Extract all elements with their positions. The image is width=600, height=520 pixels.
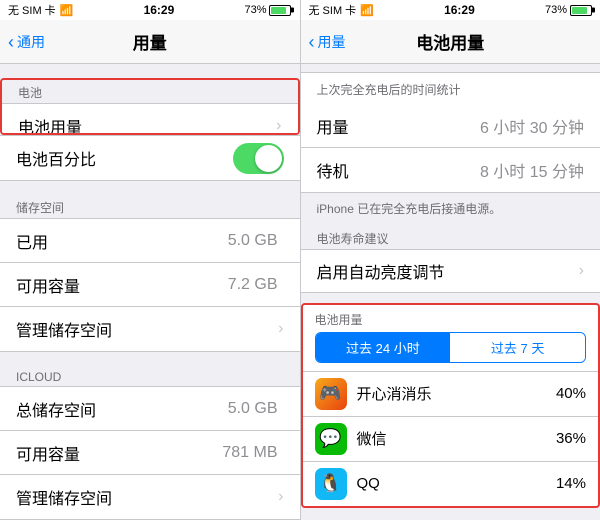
advice-header: 电池寿命建议	[301, 226, 600, 249]
usage-cell: 用量 6 小时 30 分钟	[301, 104, 600, 148]
icloud-available-label: 可用容量	[16, 441, 222, 465]
wifi-icon: 📶	[60, 4, 74, 17]
left-gap-3	[0, 352, 300, 366]
icloud-available-cell: 可用容量 781 MB	[0, 431, 300, 475]
battery-cell-group: 电池用量 ›	[2, 103, 298, 135]
app-name-2: QQ	[357, 475, 556, 492]
battery-pct-toggle[interactable]	[233, 143, 284, 174]
left-status-right: 73%	[244, 4, 291, 16]
notice-text: iPhone 已在完全充电后接通电源。	[301, 193, 600, 226]
battery-usage-section: 电池用量 过去 24 小时 过去 7 天 🎮 开心消消乐 40% 💬 微信 36…	[301, 303, 600, 508]
icloud-manage-cell[interactable]: 管理储存空间 ›	[0, 475, 300, 519]
app-icon-1: 💬	[315, 423, 347, 455]
app-name-1: 微信	[357, 428, 556, 449]
battery-pct-cell: 电池百分比	[0, 136, 300, 180]
app-row-0: 🎮 开心消消乐 40%	[303, 371, 599, 416]
battery-pct-label: 73%	[244, 4, 266, 16]
usage-label: 用量	[317, 114, 480, 138]
used-label: 已用	[16, 229, 228, 253]
icloud-cell-group: 总储存空间 5.0 GB 可用容量 781 MB 管理储存空间 ›	[0, 386, 300, 520]
bu-tabs: 过去 24 小时 过去 7 天	[315, 332, 587, 363]
right-wifi-icon: 📶	[360, 4, 374, 17]
standby-cell: 待机 8 小时 15 分钟	[301, 148, 600, 192]
used-value: 5.0 GB	[228, 232, 278, 250]
right-nav-back-button[interactable]: ‹ 用量	[309, 32, 346, 52]
right-status-left: 无 SIM 卡 📶	[309, 2, 374, 18]
available-cell: 可用容量 7.2 GB	[0, 263, 300, 307]
app-pct-0: 40%	[556, 385, 586, 402]
icloud-manage-label: 管理储存空间	[16, 485, 278, 509]
bu-header-label: 电池用量	[303, 305, 599, 332]
right-nav-title: 电池用量	[416, 29, 484, 54]
storage-header: 储存空间	[0, 195, 300, 218]
battery-pct-label-text: 电池百分比	[16, 146, 233, 170]
available-label: 可用容量	[16, 273, 228, 297]
right-battery-pct: 73%	[545, 4, 567, 16]
battery-group-header: 电池	[2, 80, 298, 103]
left-status-left: 无 SIM 卡 📶	[8, 2, 73, 18]
used-cell: 已用 5.0 GB	[0, 219, 300, 263]
icloud-header: ICLOUD	[0, 366, 300, 386]
app-pct-1: 36%	[556, 430, 586, 447]
battery-usage-cell[interactable]: 电池用量 ›	[2, 104, 298, 135]
standby-label: 待机	[317, 158, 480, 182]
manage-storage-arrow-icon: ›	[278, 320, 283, 338]
storage-cell-group: 已用 5.0 GB 可用容量 7.2 GB 管理储存空间 ›	[0, 218, 300, 352]
icloud-available-value: 781 MB	[222, 444, 277, 462]
stats-header: 上次完全充电后的时间统计	[301, 73, 600, 104]
right-time: 16:29	[444, 3, 475, 17]
right-chevron-left-icon: ‹	[309, 33, 315, 51]
icloud-manage-arrow-icon: ›	[278, 488, 283, 506]
battery-usage-label: 电池用量	[18, 114, 276, 135]
right-status-right: 73%	[545, 4, 592, 16]
left-nav-bar: ‹ 通用 用量	[0, 20, 300, 64]
app-icon-0: 🎮	[315, 378, 347, 410]
icloud-total-label: 总储存空间	[16, 397, 228, 421]
tab-7d[interactable]: 过去 7 天	[450, 333, 585, 362]
chevron-left-icon: ‹	[8, 33, 14, 51]
battery-icon	[269, 5, 291, 16]
tab-24h[interactable]: 过去 24 小时	[316, 333, 451, 362]
app-name-0: 开心消消乐	[357, 383, 556, 404]
left-time: 16:29	[144, 3, 175, 17]
left-gap-2	[0, 181, 300, 195]
carrier-label: 无 SIM 卡	[8, 2, 56, 18]
left-gap-1	[0, 64, 300, 78]
left-panel: 无 SIM 卡 📶 16:29 73% ‹ 通用 用量 电池 电池用量 ›	[0, 0, 300, 520]
right-carrier-label: 无 SIM 卡	[309, 2, 357, 18]
app-pct-2: 14%	[556, 475, 586, 492]
left-nav-back-label: 通用	[17, 32, 45, 52]
icloud-total-cell: 总储存空间 5.0 GB	[0, 387, 300, 431]
right-panel: 无 SIM 卡 📶 16:29 73% ‹ 用量 电池用量 上次完全充电后的时间…	[301, 0, 600, 520]
left-status-bar: 无 SIM 卡 📶 16:29 73%	[0, 0, 300, 20]
standby-value: 8 小时 15 分钟	[480, 158, 584, 182]
right-nav-bar: ‹ 用量 电池用量	[301, 20, 600, 64]
toggle-knob	[255, 145, 282, 172]
left-nav-back-button[interactable]: ‹ 通用	[8, 32, 45, 52]
brightness-arrow-icon: ›	[579, 262, 584, 280]
battery-usage-arrow-icon: ›	[276, 117, 281, 135]
manage-storage-label: 管理储存空间	[16, 317, 278, 341]
app-row-1: 💬 微信 36%	[303, 416, 599, 461]
manage-storage-cell[interactable]: 管理储存空间 ›	[0, 307, 300, 351]
stats-group: 上次完全充电后的时间统计 用量 6 小时 30 分钟 待机 8 小时 15 分钟	[301, 72, 600, 193]
right-battery-fill	[572, 7, 587, 14]
right-battery-icon	[570, 5, 592, 16]
battery-fill	[271, 7, 286, 14]
usage-value: 6 小时 30 分钟	[480, 114, 584, 138]
brightness-label: 启用自动亮度调节	[317, 259, 579, 283]
right-nav-back-label: 用量	[318, 32, 346, 52]
available-value: 7.2 GB	[228, 276, 278, 294]
app-rows-container: 🎮 开心消消乐 40% 💬 微信 36% 🐧 QQ 14%	[303, 371, 599, 506]
battery-section-highlighted: 电池 电池用量 ›	[0, 78, 300, 135]
brightness-cell[interactable]: 启用自动亮度调节 ›	[301, 249, 600, 293]
app-icon-2: 🐧	[315, 468, 347, 500]
left-nav-title: 用量	[133, 29, 167, 54]
right-gap-2	[301, 293, 600, 303]
battery-pct-group: 电池百分比	[0, 135, 300, 181]
icloud-total-value: 5.0 GB	[228, 400, 278, 418]
right-gap-1	[301, 64, 600, 72]
app-row-2: 🐧 QQ 14%	[303, 461, 599, 506]
right-status-bar: 无 SIM 卡 📶 16:29 73%	[301, 0, 600, 20]
